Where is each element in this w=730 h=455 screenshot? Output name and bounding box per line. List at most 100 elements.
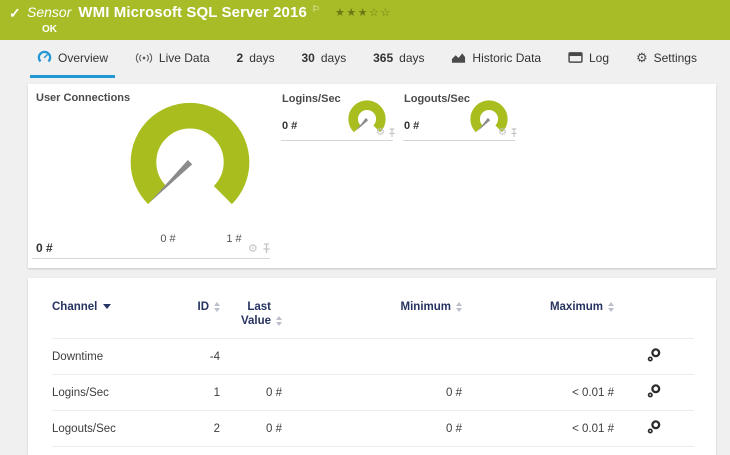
- tab-label: Log: [589, 50, 610, 65]
- channels-panel: Channel ID Last Value Minimum Maximum Do…: [28, 278, 716, 455]
- gauge-scale-min: 0 #: [160, 233, 176, 245]
- status-badge: OK: [42, 24, 57, 35]
- col-header-label: ID: [197, 301, 210, 313]
- channel-settings-icon[interactable]: [646, 383, 662, 399]
- sort-icon: [456, 301, 462, 312]
- cell-id: 2: [164, 410, 220, 447]
- cell-maximum: < 0.01 #: [462, 410, 614, 447]
- cell-minimum: [282, 338, 462, 375]
- tab-label: Settings: [653, 50, 697, 65]
- cell-channel: Logins/Sec: [52, 374, 164, 411]
- sort-desc-icon: [103, 304, 112, 310]
- sort-icon: [608, 301, 614, 312]
- logouts-gauge-title: Logouts/Sec: [404, 93, 471, 105]
- col-header-id[interactable]: ID: [164, 292, 220, 339]
- gauge-icon: [37, 50, 52, 63]
- logins-gauge-block: Logins/Sec 0 # ⚙: [281, 90, 396, 150]
- cell-maximum: [462, 338, 614, 375]
- tab-number: 2: [236, 50, 244, 65]
- channels-table: Channel ID Last Value Minimum Maximum Do…: [52, 292, 694, 455]
- channel-settings-icon[interactable]: [646, 419, 662, 435]
- tab-overview[interactable]: Overview: [30, 40, 116, 78]
- gauge-controls: ⚙: [248, 243, 271, 254]
- gauge-settings-icon[interactable]: ⚙: [376, 128, 385, 138]
- tab-number: 365: [373, 50, 394, 65]
- gauge-controls: ⚙: [376, 128, 396, 138]
- cell-channel: Downtime: [52, 338, 164, 375]
- tab-settings[interactable]: ⚙ Settings: [629, 40, 704, 78]
- cell-channel: User Connections: [52, 446, 164, 455]
- pin-icon[interactable]: [510, 128, 518, 138]
- cell-last-value: [220, 338, 282, 375]
- tab-historic-data[interactable]: Historic Data: [444, 40, 548, 78]
- cell-id: -4: [164, 338, 220, 375]
- cell-last-value: 0 #: [220, 410, 282, 447]
- sort-icon: [214, 301, 220, 312]
- pin-icon[interactable]: [262, 243, 271, 254]
- cell-minimum: 0 #: [282, 374, 462, 411]
- tab-30-days[interactable]: 30 days: [294, 40, 353, 78]
- channel-settings-icon[interactable]: [646, 347, 662, 363]
- gear-icon: ⚙: [635, 49, 648, 65]
- tab-number: 30: [301, 50, 315, 65]
- prtg-sensor-page: ✓ Sensor WMI Microsoft SQL Server 2016 ⚐…: [0, 0, 730, 455]
- col-header-channel[interactable]: Channel: [52, 292, 164, 339]
- gauge-settings-icon[interactable]: ⚙: [498, 128, 507, 138]
- object-type-label: Sensor: [27, 4, 72, 20]
- flag-icon[interactable]: ⚐: [312, 4, 320, 15]
- tab-log[interactable]: Log: [561, 40, 616, 78]
- cell-minimum: 0 #: [282, 446, 462, 455]
- logouts-gauge-block: Logouts/Sec 0 # ⚙: [403, 90, 518, 150]
- cell-id: 0: [164, 446, 220, 455]
- status-check-icon: ✓: [9, 5, 21, 21]
- tab-live-data[interactable]: Live Data: [128, 40, 217, 78]
- col-header-label: Maximum: [549, 301, 603, 313]
- broadcast-icon: [135, 52, 153, 63]
- sensor-title: WMI Microsoft SQL Server 2016: [78, 4, 307, 21]
- cell-maximum: < 0.01 #: [462, 374, 614, 411]
- table-header-row: Channel ID Last Value Minimum Maximum: [52, 292, 694, 339]
- col-header-actions: [614, 292, 694, 339]
- gauge-scale-max: 1 #: [226, 233, 242, 245]
- table-row: Downtime -4: [52, 338, 694, 375]
- sensor-header: ✓ Sensor WMI Microsoft SQL Server 2016 ⚐…: [0, 0, 730, 40]
- pin-icon[interactable]: [388, 128, 396, 138]
- logouts-gauge-value: 0 #: [404, 120, 420, 132]
- gauge-divider: [281, 140, 393, 141]
- priority-stars[interactable]: ★★★☆☆: [335, 6, 392, 19]
- gauge-settings-icon[interactable]: ⚙: [248, 243, 258, 254]
- col-header-label: Last Value: [240, 301, 271, 327]
- gauge-divider: [403, 140, 515, 141]
- cell-minimum: 0 #: [282, 410, 462, 447]
- primary-gauge-value: 0 #: [36, 241, 53, 255]
- col-header-last-value[interactable]: Last Value: [220, 292, 282, 339]
- tab-label: days: [320, 50, 347, 65]
- table-row: Logouts/Sec 2 0 # 0 # < 0.01 #: [52, 410, 694, 447]
- tab-bar: Overview Live Data 2 days 30 days 365 da…: [0, 40, 730, 78]
- tab-365-days[interactable]: 365 days: [366, 40, 431, 78]
- table-row: User Connections 0 0 # 0 # 0 #: [52, 446, 694, 455]
- col-header-minimum[interactable]: Minimum: [282, 292, 462, 339]
- log-icon: [568, 52, 583, 63]
- cell-maximum: 0 #: [462, 446, 614, 455]
- tab-label: Live Data: [158, 50, 210, 65]
- logins-gauge-value: 0 #: [282, 120, 298, 132]
- table-row: Logins/Sec 1 0 # 0 # < 0.01 #: [52, 374, 694, 411]
- gauges-panel: User Connections 0 # 1 # 0 # ⚙ Logins/Se…: [28, 84, 716, 268]
- tab-label: days: [249, 50, 275, 65]
- gauge-controls: ⚙: [498, 128, 518, 138]
- user-connections-gauge: [130, 102, 250, 205]
- col-header-label: Minimum: [400, 301, 451, 313]
- cell-last-value: 0 #: [220, 446, 282, 455]
- gauge-divider: [32, 258, 270, 259]
- cell-channel: Logouts/Sec: [52, 410, 164, 447]
- tab-label: Historic Data: [472, 50, 542, 65]
- tab-label: days: [399, 50, 425, 65]
- sort-icon: [276, 315, 282, 326]
- sensor-title-line: Sensor WMI Microsoft SQL Server 2016 ⚐ ★…: [27, 4, 392, 21]
- col-header-maximum[interactable]: Maximum: [462, 292, 614, 339]
- tab-2-days[interactable]: 2 days: [230, 40, 282, 78]
- cell-last-value: 0 #: [220, 374, 282, 411]
- col-header-label: Channel: [52, 301, 98, 313]
- logins-gauge-title: Logins/Sec: [282, 93, 341, 105]
